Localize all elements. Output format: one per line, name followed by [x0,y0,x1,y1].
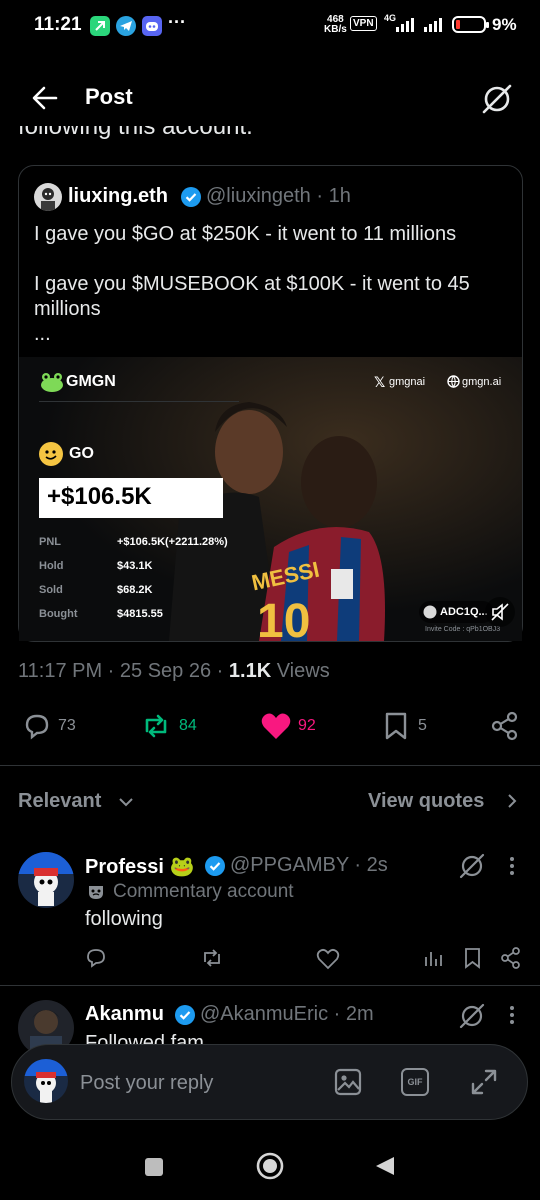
post-meta: 11:17 PM · 25 Sep 26 · 1.1K Views [18,660,330,682]
share-icon[interactable] [500,947,522,969]
verified-badge-icon [180,186,202,208]
reply-input[interactable]: Post your reply [80,1072,213,1095]
reply-text: following [85,908,163,930]
reply-icon[interactable] [22,711,52,741]
gif-icon[interactable]: GIF [401,1068,429,1096]
battery-icon [452,15,492,35]
stat-label: Hold [39,560,64,572]
invite-code: Invite Code : qPb1OBJ3 [425,626,501,633]
avatar[interactable] [18,852,74,908]
x-logo-icon: 𝕏 [374,374,386,390]
divider [0,985,540,986]
media-divider [39,401,239,402]
net-speed: 468 KB/s [324,14,347,35]
grok-icon[interactable] [458,1002,486,1030]
media-brand: GMGN [66,373,116,390]
stat-value: $68.2K [117,584,153,596]
media-site: gmgn.ai [462,376,502,388]
quote-author-name[interactable]: liuxing.eth [68,185,168,208]
token-emoji-icon [39,442,63,466]
heart-icon[interactable] [316,948,340,970]
back-button[interactable] [374,1155,396,1177]
more-options-icon[interactable] [508,856,516,878]
more-notifications-icon: ··· [168,12,186,32]
mask-icon [86,882,106,902]
repost-count: 84 [179,717,197,734]
recent-apps-button[interactable] [144,1157,164,1177]
grok-icon[interactable] [480,82,514,116]
bookmark-icon[interactable] [383,711,411,741]
quote-avatar[interactable] [34,183,62,211]
svg-text:10: 10 [257,595,310,641]
repost-icon[interactable] [200,947,224,969]
stat-value: $4815.55 [117,608,163,620]
discord-icon [142,16,162,36]
quote-media-image[interactable]: MESSI 10 GMGN 𝕏 gmgnai gmgn.ai GO +$106.… [19,357,522,641]
page-title: Post [85,84,133,109]
media-token: GO [69,445,94,462]
quote-text-line: I gave you $MUSEBOOK at $100K - it went … [34,273,470,295]
stat-value: $43.1K [117,560,153,572]
media-x-handle: gmgnai [389,376,426,388]
heart-icon[interactable] [260,712,292,740]
stat-label: PNL [39,536,61,548]
invite-badge: ADC1Q... [419,601,494,623]
view-quotes-link[interactable]: View quotes [368,790,484,813]
reply-author-name[interactable]: Professi 🐸 [85,854,194,879]
like-count: 92 [298,717,316,734]
status-bar: 11:21 ··· 468 KB/s VPN 4G 9% [0,0,540,52]
chevron-right-icon[interactable] [505,793,519,809]
expand-icon[interactable] [470,1068,498,1096]
arrow-left-icon[interactable] [30,84,60,112]
divider [0,765,540,766]
home-button[interactable] [256,1152,284,1180]
image-icon[interactable] [334,1068,362,1096]
quote-text-ellipsis: ... [34,323,51,345]
mute-icon[interactable] [485,597,515,627]
grok-icon[interactable] [458,852,486,880]
share-icon[interactable] [490,711,520,741]
reply-author-handle: @PPGAMBY · 2s [230,854,388,876]
avatar [24,1059,68,1103]
commentary-label: Commentary account [113,881,294,902]
reply-count: 73 [58,717,76,734]
telegram-icon [116,16,136,36]
analytics-icon[interactable] [423,948,443,968]
bookmark-count: 5 [418,717,427,734]
more-options-icon[interactable] [508,1005,516,1027]
quote-text-line: I gave you $GO at $250K - it went to 11 … [34,223,457,245]
verified-badge-icon [204,855,226,877]
status-time: 11:21 [34,14,82,35]
reply-author-handle: @AkanmuEric · 2m [200,1003,374,1025]
truncated-post-text: following this account. [18,126,253,140]
relevant-filter[interactable]: Relevant [18,790,101,813]
globe-icon [447,375,460,388]
verified-badge-icon [174,1004,196,1026]
vpn-indicator: VPN [350,16,377,31]
stat-value: +$106.5K(+2211.28%) [117,536,228,548]
chevron-down-icon[interactable] [118,796,134,808]
quote-author-handle: @liuxingeth · 1h [206,185,351,207]
stat-label: Sold [39,584,63,596]
battery-percent: 9% [492,15,517,34]
bookmark-icon[interactable] [463,947,483,969]
quote-text-line: millions [34,298,101,320]
repost-icon[interactable] [140,711,172,741]
avatar-mini-icon [423,605,437,619]
chat-app-icon [90,16,110,36]
signal-icon [386,14,450,34]
stat-label: Bought [39,608,78,620]
frog-logo-icon [39,371,65,393]
reply-icon[interactable] [85,947,107,969]
pnl-headline: +$106.5K [47,483,152,510]
reply-author-name[interactable]: Akanmu [85,1003,164,1026]
